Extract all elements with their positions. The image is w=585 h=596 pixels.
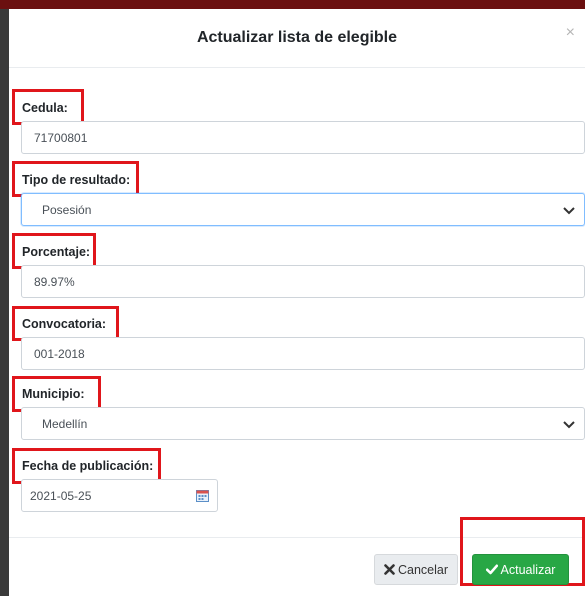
cancel-button[interactable]: Cancelar [374, 554, 458, 585]
background-left-strip [0, 9, 9, 596]
porcentaje-field[interactable]: 89.97% [21, 265, 585, 298]
municipio-selected: Medellín [42, 416, 88, 431]
porcentaje-value: 89.97% [34, 274, 75, 289]
background-top-strip [0, 0, 585, 9]
fecha-input[interactable]: 2021-05-25 [21, 479, 218, 512]
modal-title: Actualizar lista de elegible [196, 29, 398, 46]
close-icon[interactable]: × [566, 25, 575, 41]
fecha-label: Fecha de publicación: [22, 459, 154, 473]
cancel-button-label: Cancelar [397, 562, 449, 577]
convocatoria-label: Convocatoria: [22, 317, 107, 331]
convocatoria-value: 001-2018 [34, 346, 85, 361]
tipo-resultado-label: Tipo de resultado: [22, 173, 131, 187]
modal-header: Actualizar lista de elegible × [9, 9, 585, 68]
update-button[interactable]: Actualizar [472, 554, 569, 585]
cedula-label: Cedula: [22, 101, 68, 115]
chevron-down-icon [563, 207, 575, 215]
tipo-resultado-selected: Posesión [42, 202, 92, 217]
calendar-icon[interactable] [196, 489, 209, 502]
convocatoria-field[interactable]: 001-2018 [21, 337, 585, 370]
cedula-value: 71700801 [34, 130, 88, 145]
check-icon [485, 564, 498, 575]
municipio-label: Municipio: [22, 387, 85, 401]
cedula-field[interactable]: 71700801 [21, 121, 585, 154]
update-eligible-modal: Actualizar lista de elegible × Cedula: 7… [9, 9, 585, 596]
porcentaje-label: Porcentaje: [22, 245, 91, 259]
fecha-value: 2021-05-25 [30, 488, 92, 503]
tipo-resultado-select[interactable]: Posesión [21, 193, 585, 226]
x-mark-icon [384, 564, 395, 575]
update-button-label: Actualizar [500, 562, 556, 577]
municipio-select[interactable]: Medellín [21, 407, 585, 440]
chevron-down-icon [563, 421, 575, 429]
